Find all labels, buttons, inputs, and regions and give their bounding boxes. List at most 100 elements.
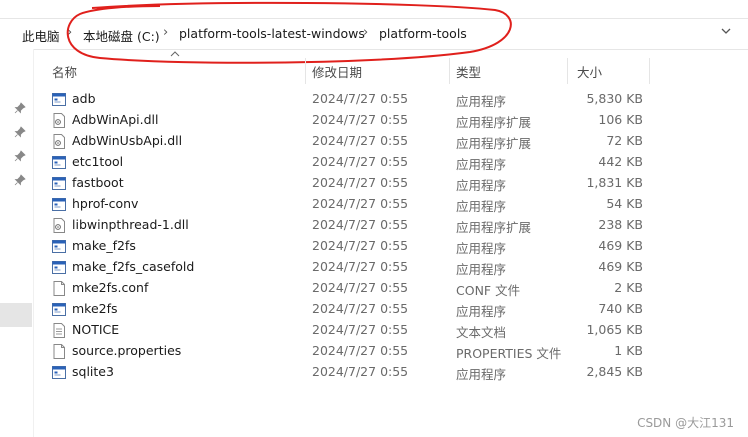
file-size: 469 KB — [598, 259, 643, 274]
file-size: 2 KB — [614, 280, 643, 295]
file-type: 应用程序扩展 — [456, 136, 532, 151]
breadcrumb-platform-tools-latest-windows[interactable]: platform-tools-latest-windows — [179, 26, 365, 41]
file-size: 1,831 KB — [586, 175, 643, 190]
file-name: AdbWinApi.dll — [72, 112, 159, 127]
file-type: 应用程序扩展 — [456, 220, 532, 235]
file-name: libwinpthread-1.dll — [72, 217, 189, 232]
file-row[interactable]: NOTICE 2024/7/27 0:55 文本文档 1,065 KB — [34, 320, 724, 341]
file-row[interactable]: source.properties 2024/7/27 0:55 PROPERTIE… — [34, 341, 724, 362]
file-type: 应用程序 — [456, 157, 507, 172]
file-modified-date: 2024/7/27 0:55 — [312, 322, 409, 337]
file-type: 应用程序 — [456, 94, 507, 109]
exe-icon — [52, 260, 66, 275]
file-size: 5,830 KB — [586, 91, 643, 106]
file-row[interactable]: make_f2fs 2024/7/27 0:55 应用程序 469 KB — [34, 236, 724, 257]
pin-icon[interactable] — [14, 126, 26, 138]
file-size: 1 KB — [614, 343, 643, 358]
file-name: source.properties — [72, 343, 182, 358]
file-name: sqlite3 — [72, 364, 114, 379]
dll-icon — [52, 113, 66, 128]
file-row[interactable]: hprof-conv 2024/7/27 0:55 应用程序 54 KB — [34, 194, 724, 215]
file-size: 1,065 KB — [586, 322, 643, 337]
file-name: etc1tool — [72, 154, 124, 169]
file-modified-date: 2024/7/27 0:55 — [312, 364, 409, 379]
breadcrumb-separator-icon[interactable]: › — [163, 25, 168, 40]
column-divider[interactable] — [305, 58, 306, 84]
file-row[interactable]: fastboot 2024/7/27 0:55 应用程序 1,831 KB — [34, 173, 724, 194]
file-row[interactable]: sqlite3 2024/7/27 0:55 应用程序 2,845 KB — [34, 362, 724, 383]
text-file-icon — [52, 323, 66, 338]
file-row[interactable]: adb 2024/7/27 0:55 应用程序 5,830 KB — [34, 89, 724, 110]
file-row[interactable]: AdbWinApi.dll 2024/7/27 0:55 应用程序扩展 106 KB — [34, 110, 724, 131]
file-type: 应用程序 — [456, 262, 507, 277]
dll-icon — [52, 218, 66, 233]
exe-icon — [52, 176, 66, 191]
nav-selected-item[interactable] — [0, 303, 32, 327]
file-modified-date: 2024/7/27 0:55 — [312, 343, 409, 358]
sort-ascending-icon — [170, 51, 180, 57]
file-row[interactable]: mke2fs.conf 2024/7/27 0:55 CONF 文件 2 KB — [34, 278, 724, 299]
file-type: PROPERTIES 文件 — [456, 346, 562, 361]
file-type: 应用程序 — [456, 199, 507, 214]
file-icon — [52, 281, 66, 296]
file-modified-date: 2024/7/27 0:55 — [312, 238, 409, 253]
column-header-modified[interactable]: 修改日期 — [312, 62, 362, 81]
file-modified-date: 2024/7/27 0:55 — [312, 175, 409, 190]
column-divider[interactable] — [649, 58, 650, 84]
watermark: CSDN @大江131 — [637, 416, 734, 430]
exe-icon — [52, 92, 66, 107]
file-modified-date: 2024/7/27 0:55 — [312, 259, 409, 274]
file-row[interactable]: etc1tool 2024/7/27 0:55 应用程序 442 KB — [34, 152, 724, 173]
file-modified-date: 2024/7/27 0:55 — [312, 91, 409, 106]
exe-icon — [52, 197, 66, 212]
file-row[interactable]: libwinpthread-1.dll 2024/7/27 0:55 应用程序扩展 2… — [34, 215, 724, 236]
breadcrumb-this-pc[interactable]: 此电脑 — [22, 26, 60, 45]
file-modified-date: 2024/7/27 0:55 — [312, 196, 409, 211]
breadcrumb-separator-icon[interactable]: › — [363, 25, 368, 40]
file-name: mke2fs — [72, 301, 118, 316]
file-size: 238 KB — [598, 217, 643, 232]
file-type: 应用程序 — [456, 241, 507, 256]
file-modified-date: 2024/7/27 0:55 — [312, 154, 409, 169]
file-name: mke2fs.conf — [72, 280, 149, 295]
breadcrumb-separator-icon[interactable]: › — [67, 25, 72, 40]
file-name: adb — [72, 91, 96, 106]
breadcrumb-local-disk[interactable]: 本地磁盘 (C:) — [83, 26, 160, 45]
file-modified-date: 2024/7/27 0:55 — [312, 217, 409, 232]
file-type: 应用程序扩展 — [456, 115, 532, 130]
exe-icon — [52, 155, 66, 170]
file-type: 应用程序 — [456, 367, 507, 382]
file-name: fastboot — [72, 175, 124, 190]
file-modified-date: 2024/7/27 0:55 — [312, 133, 409, 148]
pin-icon[interactable] — [14, 174, 26, 186]
file-size: 442 KB — [598, 154, 643, 169]
column-header-type[interactable]: 类型 — [456, 62, 481, 81]
column-header-size[interactable]: 大小 — [577, 62, 602, 81]
file-row[interactable]: AdbWinUsbApi.dll 2024/7/27 0:55 应用程序扩展 72 K… — [34, 131, 724, 152]
address-bar[interactable]: 此电脑 › 本地磁盘 (C:) › platform-tools-latest-… — [0, 18, 748, 50]
file-size: 106 KB — [598, 112, 643, 127]
file-row[interactable]: mke2fs 2024/7/27 0:55 应用程序 740 KB — [34, 299, 724, 320]
navigation-pane — [0, 49, 34, 437]
file-type: 应用程序 — [456, 304, 507, 319]
breadcrumb-platform-tools[interactable]: platform-tools — [379, 26, 467, 41]
column-divider[interactable] — [567, 58, 568, 84]
file-name: hprof-conv — [72, 196, 139, 211]
file-name: make_f2fs_casefold — [72, 259, 195, 274]
column-divider[interactable] — [449, 58, 450, 84]
pin-icon[interactable] — [14, 102, 26, 114]
file-modified-date: 2024/7/27 0:55 — [312, 112, 409, 127]
file-row[interactable]: make_f2fs_casefold 2024/7/27 0:55 应用程序 469 … — [34, 257, 724, 278]
file-size: 72 KB — [606, 133, 643, 148]
file-modified-date: 2024/7/27 0:55 — [312, 280, 409, 295]
chevron-down-icon[interactable] — [720, 25, 732, 37]
file-type: CONF 文件 — [456, 283, 521, 298]
pin-icon[interactable] — [14, 150, 26, 162]
file-type: 文本文档 — [456, 325, 507, 340]
dll-icon — [52, 134, 66, 149]
file-type: 应用程序 — [456, 178, 507, 193]
column-header-name[interactable]: 名称 — [52, 62, 77, 81]
file-size: 2,845 KB — [586, 364, 643, 379]
file-size: 469 KB — [598, 238, 643, 253]
exe-icon — [52, 239, 66, 254]
